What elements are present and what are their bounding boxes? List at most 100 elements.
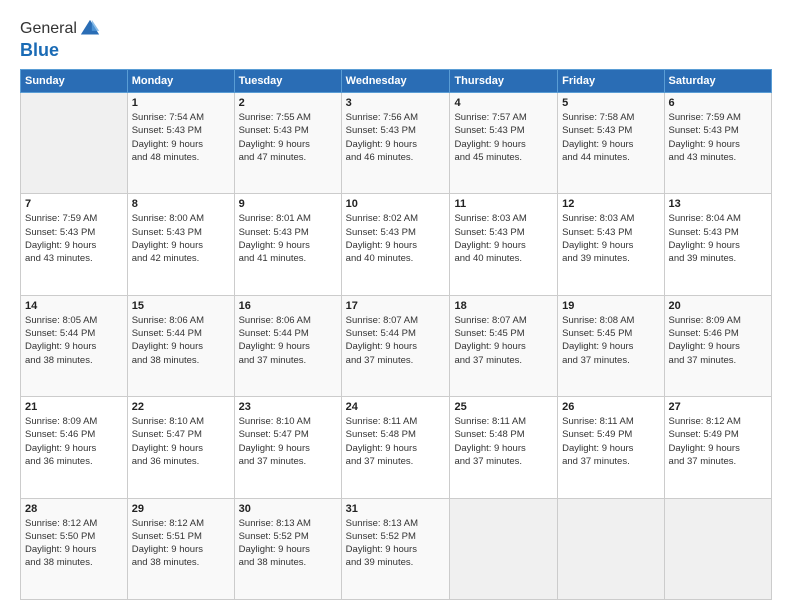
day-info: Sunrise: 8:10 AM Sunset: 5:47 PM Dayligh… xyxy=(239,415,337,468)
calendar-cell: 18 Sunrise: 8:07 AM Sunset: 5:45 PM Dayli… xyxy=(450,295,558,396)
calendar-cell: 2 Sunrise: 7:55 AM Sunset: 5:43 PM Daylig… xyxy=(234,93,341,194)
day-info: Sunrise: 8:12 AM Sunset: 5:51 PM Dayligh… xyxy=(132,517,230,570)
day-info: Sunrise: 8:11 AM Sunset: 5:48 PM Dayligh… xyxy=(346,415,446,468)
calendar-cell: 27 Sunrise: 8:12 AM Sunset: 5:49 PM Dayli… xyxy=(664,397,771,498)
calendar-cell: 25 Sunrise: 8:11 AM Sunset: 5:48 PM Dayli… xyxy=(450,397,558,498)
day-info: Sunrise: 8:03 AM Sunset: 5:43 PM Dayligh… xyxy=(562,212,659,265)
day-info: Sunrise: 8:06 AM Sunset: 5:44 PM Dayligh… xyxy=(239,314,337,367)
day-info: Sunrise: 8:13 AM Sunset: 5:52 PM Dayligh… xyxy=(346,517,446,570)
day-number: 12 xyxy=(562,198,659,210)
calendar-cell: 12 Sunrise: 8:03 AM Sunset: 5:43 PM Dayli… xyxy=(558,194,664,295)
calendar-cell: 17 Sunrise: 8:07 AM Sunset: 5:44 PM Dayli… xyxy=(341,295,450,396)
day-number: 9 xyxy=(239,198,337,210)
dow-monday: Monday xyxy=(127,70,234,93)
dow-tuesday: Tuesday xyxy=(234,70,341,93)
day-number: 22 xyxy=(132,401,230,413)
day-number: 29 xyxy=(132,503,230,515)
day-info: Sunrise: 8:10 AM Sunset: 5:47 PM Dayligh… xyxy=(132,415,230,468)
logo-icon xyxy=(79,18,101,40)
calendar-table: SundayMondayTuesdayWednesdayThursdayFrid… xyxy=(20,69,772,600)
day-number: 17 xyxy=(346,300,446,312)
calendar-cell: 4 Sunrise: 7:57 AM Sunset: 5:43 PM Daylig… xyxy=(450,93,558,194)
day-number: 13 xyxy=(669,198,767,210)
day-number: 19 xyxy=(562,300,659,312)
calendar-cell xyxy=(21,93,128,194)
day-info: Sunrise: 8:12 AM Sunset: 5:50 PM Dayligh… xyxy=(25,517,123,570)
day-info: Sunrise: 8:05 AM Sunset: 5:44 PM Dayligh… xyxy=(25,314,123,367)
calendar-cell: 23 Sunrise: 8:10 AM Sunset: 5:47 PM Dayli… xyxy=(234,397,341,498)
day-number: 27 xyxy=(669,401,767,413)
calendar-cell: 16 Sunrise: 8:06 AM Sunset: 5:44 PM Dayli… xyxy=(234,295,341,396)
calendar-cell: 14 Sunrise: 8:05 AM Sunset: 5:44 PM Dayli… xyxy=(21,295,128,396)
day-info: Sunrise: 8:07 AM Sunset: 5:45 PM Dayligh… xyxy=(454,314,553,367)
day-number: 18 xyxy=(454,300,553,312)
day-number: 25 xyxy=(454,401,553,413)
day-info: Sunrise: 7:59 AM Sunset: 5:43 PM Dayligh… xyxy=(25,212,123,265)
calendar-cell xyxy=(558,498,664,599)
day-info: Sunrise: 8:11 AM Sunset: 5:48 PM Dayligh… xyxy=(454,415,553,468)
calendar-cell: 22 Sunrise: 8:10 AM Sunset: 5:47 PM Dayli… xyxy=(127,397,234,498)
logo: General Blue xyxy=(20,18,101,61)
calendar-cell: 9 Sunrise: 8:01 AM Sunset: 5:43 PM Daylig… xyxy=(234,194,341,295)
page-header: General Blue xyxy=(20,18,772,61)
day-number: 31 xyxy=(346,503,446,515)
day-info: Sunrise: 8:04 AM Sunset: 5:43 PM Dayligh… xyxy=(669,212,767,265)
dow-wednesday: Wednesday xyxy=(341,70,450,93)
day-number: 5 xyxy=(562,97,659,109)
day-number: 8 xyxy=(132,198,230,210)
day-info: Sunrise: 8:03 AM Sunset: 5:43 PM Dayligh… xyxy=(454,212,553,265)
day-number: 20 xyxy=(669,300,767,312)
day-info: Sunrise: 8:13 AM Sunset: 5:52 PM Dayligh… xyxy=(239,517,337,570)
day-info: Sunrise: 7:59 AM Sunset: 5:43 PM Dayligh… xyxy=(669,111,767,164)
logo-blue-text: Blue xyxy=(20,40,101,61)
day-info: Sunrise: 7:55 AM Sunset: 5:43 PM Dayligh… xyxy=(239,111,337,164)
calendar-cell: 5 Sunrise: 7:58 AM Sunset: 5:43 PM Daylig… xyxy=(558,93,664,194)
calendar-cell: 6 Sunrise: 7:59 AM Sunset: 5:43 PM Daylig… xyxy=(664,93,771,194)
calendar-cell: 15 Sunrise: 8:06 AM Sunset: 5:44 PM Dayli… xyxy=(127,295,234,396)
day-info: Sunrise: 8:00 AM Sunset: 5:43 PM Dayligh… xyxy=(132,212,230,265)
day-number: 16 xyxy=(239,300,337,312)
day-number: 4 xyxy=(454,97,553,109)
day-info: Sunrise: 7:57 AM Sunset: 5:43 PM Dayligh… xyxy=(454,111,553,164)
dow-saturday: Saturday xyxy=(664,70,771,93)
calendar-cell: 11 Sunrise: 8:03 AM Sunset: 5:43 PM Dayli… xyxy=(450,194,558,295)
day-number: 2 xyxy=(239,97,337,109)
calendar-cell: 28 Sunrise: 8:12 AM Sunset: 5:50 PM Dayli… xyxy=(21,498,128,599)
day-number: 23 xyxy=(239,401,337,413)
day-number: 15 xyxy=(132,300,230,312)
day-info: Sunrise: 7:58 AM Sunset: 5:43 PM Dayligh… xyxy=(562,111,659,164)
day-info: Sunrise: 7:54 AM Sunset: 5:43 PM Dayligh… xyxy=(132,111,230,164)
day-number: 6 xyxy=(669,97,767,109)
calendar-cell: 26 Sunrise: 8:11 AM Sunset: 5:49 PM Dayli… xyxy=(558,397,664,498)
day-info: Sunrise: 8:07 AM Sunset: 5:44 PM Dayligh… xyxy=(346,314,446,367)
calendar-cell: 19Sunrise: 8:08 AM Sunset: 5:45 PM Dayli… xyxy=(558,295,664,396)
logo-general-text: General xyxy=(20,20,77,38)
day-number: 7 xyxy=(25,198,123,210)
dow-friday: Friday xyxy=(558,70,664,93)
calendar-cell: 29 Sunrise: 8:12 AM Sunset: 5:51 PM Dayli… xyxy=(127,498,234,599)
calendar-cell: 7 Sunrise: 7:59 AM Sunset: 5:43 PM Daylig… xyxy=(21,194,128,295)
day-info: Sunrise: 8:12 AM Sunset: 5:49 PM Dayligh… xyxy=(669,415,767,468)
calendar-cell: 31 Sunrise: 8:13 AM Sunset: 5:52 PM Dayli… xyxy=(341,498,450,599)
day-number: 1 xyxy=(132,97,230,109)
calendar-cell: 13 Sunrise: 8:04 AM Sunset: 5:43 PM Dayli… xyxy=(664,194,771,295)
day-number: 11 xyxy=(454,198,553,210)
calendar-cell: 10 Sunrise: 8:02 AM Sunset: 5:43 PM Dayli… xyxy=(341,194,450,295)
day-info: Sunrise: 8:01 AM Sunset: 5:43 PM Dayligh… xyxy=(239,212,337,265)
calendar-cell: 21 Sunrise: 8:09 AM Sunset: 5:46 PM Dayli… xyxy=(21,397,128,498)
day-number: 3 xyxy=(346,97,446,109)
day-info: Sunrise: 8:06 AM Sunset: 5:44 PM Dayligh… xyxy=(132,314,230,367)
day-info: Sunrise: 8:02 AM Sunset: 5:43 PM Dayligh… xyxy=(346,212,446,265)
day-number: 21 xyxy=(25,401,123,413)
day-info: Sunrise: 8:09 AM Sunset: 5:46 PM Dayligh… xyxy=(25,415,123,468)
day-number: 28 xyxy=(25,503,123,515)
day-number: 26 xyxy=(562,401,659,413)
day-number: 10 xyxy=(346,198,446,210)
day-info: Sunrise: 8:09 AM Sunset: 5:46 PM Dayligh… xyxy=(669,314,767,367)
day-number: 14 xyxy=(25,300,123,312)
calendar-cell: 1 Sunrise: 7:54 AM Sunset: 5:43 PM Daylig… xyxy=(127,93,234,194)
day-info: Sunrise: 7:56 AM Sunset: 5:43 PM Dayligh… xyxy=(346,111,446,164)
dow-thursday: Thursday xyxy=(450,70,558,93)
day-info: Sunrise: 8:11 AM Sunset: 5:49 PM Dayligh… xyxy=(562,415,659,468)
calendar-cell xyxy=(450,498,558,599)
